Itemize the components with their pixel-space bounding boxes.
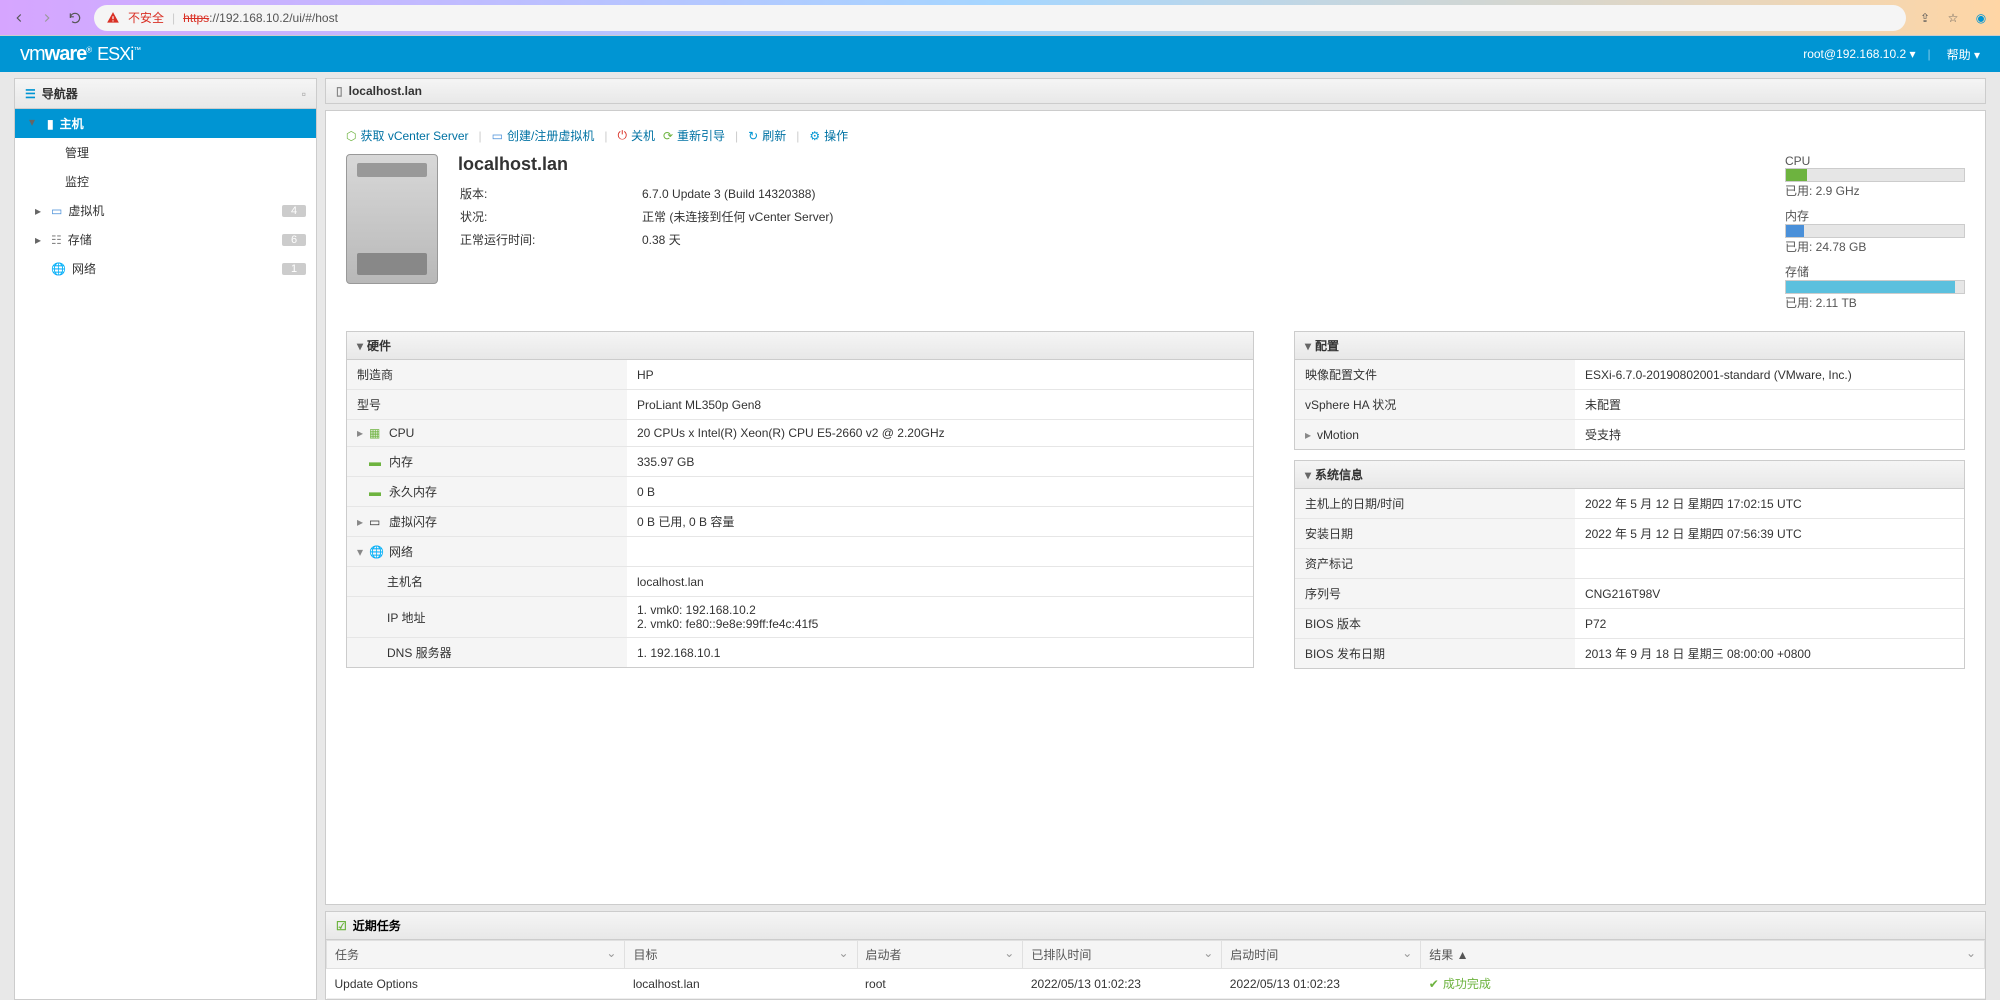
- host-icon: ▯: [336, 84, 343, 98]
- tasks-icon: ☑: [336, 919, 347, 933]
- share-icon[interactable]: ⇪: [1916, 9, 1934, 27]
- address-bar[interactable]: 不安全 | https://192.168.10.2/ui/#/host: [94, 5, 1906, 31]
- recent-tasks-panel: ☑近期任务 任务⌄ 目标⌄ 启动者⌄ 已排队时间⌄ 启动时间⌄ 结果 ▲⌄ Up…: [325, 911, 1986, 1000]
- network-icon: 🌐: [51, 262, 66, 276]
- task-row[interactable]: Update Options localhost.lan root 2022/0…: [327, 969, 1985, 999]
- star-icon[interactable]: ☆: [1944, 9, 1962, 27]
- navigator-icon: ☰: [25, 87, 36, 101]
- host-icon: ▮: [47, 117, 54, 131]
- user-menu[interactable]: root@192.168.10.2 ▾: [1803, 47, 1915, 61]
- insecure-label: 不安全: [128, 9, 164, 26]
- col-result[interactable]: 结果 ▲⌄: [1421, 941, 1985, 969]
- cpu-icon: ▦: [369, 426, 385, 440]
- sidebar-item-monitor[interactable]: 监控: [15, 167, 316, 196]
- sysinfo-panel: ▾系统信息 主机上的日期/时间2022 年 5 月 12 日 星期四 17:02…: [1294, 460, 1965, 669]
- network-icon: 🌐: [369, 545, 385, 559]
- pmem-icon: ▬: [369, 485, 385, 499]
- sidebar: ☰ 导航器 ▫ ▾ ▮主机 管理 监控 ▸▭虚拟机4 ▸☷存储6 🌐网络1: [14, 78, 317, 1000]
- gear-icon: ⚙: [809, 129, 820, 143]
- col-initiator[interactable]: 启动者⌄: [857, 941, 1023, 969]
- get-vcenter-button[interactable]: ⬡获取 vCenter Server: [346, 127, 469, 144]
- action-bar: ⬡获取 vCenter Server | ▭创建/注册虚拟机 | ⏻关机 ⟳重新…: [346, 123, 1965, 154]
- vcenter-icon: ⬡: [346, 129, 356, 143]
- host-name: localhost.lan: [458, 154, 835, 175]
- forward-button[interactable]: [38, 9, 56, 27]
- create-vm-icon: ▭: [492, 129, 503, 143]
- col-queued[interactable]: 已排队时间⌄: [1023, 941, 1222, 969]
- create-vm-button[interactable]: ▭创建/注册虚拟机: [492, 127, 595, 144]
- sidebar-item-network[interactable]: 🌐网络1: [15, 254, 316, 283]
- sidebar-item-manage[interactable]: 管理: [15, 138, 316, 167]
- reload-button[interactable]: [66, 9, 84, 27]
- hardware-panel: ▾硬件 制造商HP 型号ProLiant ML350p Gen8 ▸▦CPU20…: [346, 331, 1254, 668]
- sidebar-item-vms[interactable]: ▸▭虚拟机4: [15, 196, 316, 225]
- extension-icon[interactable]: ◉: [1972, 9, 1990, 27]
- success-icon: ✔: [1429, 977, 1439, 991]
- insecure-icon: [106, 10, 120, 25]
- app-header: vmware®ESXi™ root@192.168.10.2 ▾ | 帮助 ▾: [0, 36, 2000, 72]
- col-target[interactable]: 目标⌄: [625, 941, 857, 969]
- help-menu[interactable]: 帮助 ▾: [1947, 46, 1980, 63]
- col-task[interactable]: 任务⌄: [327, 941, 625, 969]
- tasks-header-row: 任务⌄ 目标⌄ 启动者⌄ 已排队时间⌄ 启动时间⌄ 结果 ▲⌄: [327, 941, 1985, 969]
- sidebar-item-storage[interactable]: ▸☷存储6: [15, 225, 316, 254]
- collapse-icon[interactable]: ▫: [302, 87, 306, 101]
- back-button[interactable]: [10, 9, 28, 27]
- actions-menu[interactable]: ⚙操作: [809, 127, 848, 144]
- shutdown-button[interactable]: ⏻关机: [617, 127, 655, 144]
- browser-chrome: 不安全 | https://192.168.10.2/ui/#/host ⇪ ☆…: [0, 0, 2000, 36]
- sidebar-item-host[interactable]: ▮主机: [15, 109, 316, 138]
- reboot-button[interactable]: ⟳重新引导: [663, 127, 725, 144]
- sidebar-header: ☰ 导航器 ▫: [15, 79, 316, 109]
- host-info: localhost.lan 版本:6.7.0 Update 3 (Build 1…: [458, 154, 835, 252]
- refresh-button[interactable]: ↻刷新: [748, 127, 786, 144]
- resource-stats: CPU 已用: 2.9 GHz 内存 已用: 24.78 GB 存储 已用: 2…: [1785, 154, 1965, 311]
- vmware-logo: vmware®ESXi™: [20, 43, 140, 66]
- reboot-icon: ⟳: [663, 129, 673, 143]
- host-icon: [346, 154, 438, 284]
- vm-icon: ▭: [51, 204, 62, 218]
- shutdown-icon: ⏻: [617, 128, 627, 143]
- memory-icon: ▬: [369, 455, 385, 469]
- breadcrumb: ▯ localhost.lan: [325, 78, 1986, 104]
- config-panel: ▾配置 映像配置文件ESXi-6.7.0-20190802001-standar…: [1294, 331, 1965, 450]
- refresh-icon: ↻: [748, 129, 758, 143]
- col-started[interactable]: 启动时间⌄: [1222, 941, 1421, 969]
- storage-icon: ☷: [51, 233, 62, 247]
- vflash-icon: ▭: [369, 515, 385, 529]
